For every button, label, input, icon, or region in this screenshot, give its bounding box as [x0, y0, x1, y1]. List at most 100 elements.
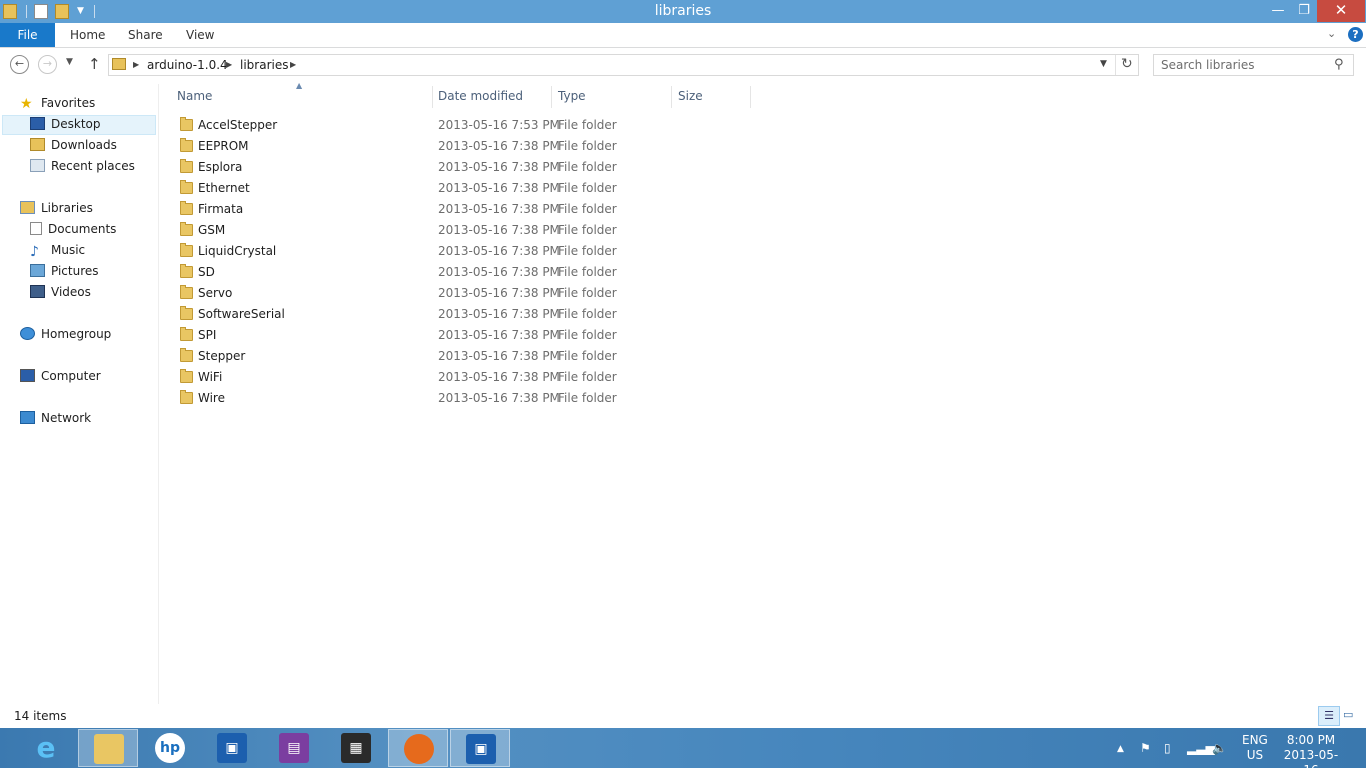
nav-favorites[interactable]: ★ Favorites — [20, 93, 95, 114]
nav-item-recent-places[interactable]: Recent places — [30, 156, 135, 177]
nav-item-pictures[interactable]: Pictures — [30, 261, 99, 282]
column-divider[interactable] — [671, 86, 672, 108]
file-type: File folder — [558, 349, 617, 363]
taskbar-button[interactable]: ▣ — [202, 729, 262, 767]
large-icons-view-button[interactable]: ▭ — [1343, 708, 1353, 721]
taskbar-button[interactable] — [388, 729, 448, 767]
taskbar-button[interactable]: ▣ — [450, 729, 510, 767]
nav-item-documents[interactable]: Documents — [30, 219, 116, 240]
file-date-modified: 2013-05-16 7:38 PM — [438, 307, 560, 321]
file-row[interactable]: WiFi 2013-05-16 7:38 PM File folder — [176, 367, 756, 388]
file-name: Esplora — [198, 160, 243, 174]
chevron-right-icon[interactable]: ▶ — [133, 60, 139, 69]
file-row[interactable]: AccelStepper 2013-05-16 7:53 PM File folde… — [176, 115, 756, 136]
back-button[interactable]: ← — [10, 55, 29, 74]
taskbar-button[interactable]: ▦ — [326, 729, 386, 767]
nav-network[interactable]: Network — [20, 408, 91, 429]
file-date-modified: 2013-05-16 7:38 PM — [438, 244, 560, 258]
photo-viewer-icon: ▣ — [466, 734, 496, 764]
restore-button[interactable]: ❐ — [1291, 0, 1317, 22]
nav-homegroup[interactable]: Homegroup — [20, 324, 111, 345]
file-row[interactable]: Esplora 2013-05-16 7:38 PM File folder — [176, 157, 756, 178]
search-placeholder[interactable]: Search libraries — [1161, 58, 1255, 72]
nav-item-desktop[interactable]: Desktop — [30, 114, 101, 135]
close-button[interactable]: ✕ — [1317, 0, 1365, 22]
minimize-button[interactable]: — — [1265, 0, 1291, 22]
column-divider[interactable] — [750, 86, 751, 108]
breadcrumb-libraries[interactable]: libraries — [240, 58, 288, 72]
nav-item-downloads[interactable]: Downloads — [30, 135, 117, 156]
file-row[interactable]: SoftwareSerial 2013-05-16 7:38 PM File fol… — [176, 304, 756, 325]
nav-item-videos[interactable]: Videos — [30, 282, 91, 303]
file-row[interactable]: LiquidCrystal 2013-05-16 7:38 PM File fold… — [176, 241, 756, 262]
file-row[interactable]: Firmata 2013-05-16 7:38 PM File folder — [176, 199, 756, 220]
file-row[interactable]: EEPROM 2013-05-16 7:38 PM File folder — [176, 136, 756, 157]
properties-icon[interactable] — [34, 4, 48, 19]
navigation-pane[interactable] — [0, 84, 159, 704]
up-button[interactable]: ↑ — [88, 55, 101, 73]
refresh-button[interactable]: ↻ — [1121, 56, 1133, 72]
power-icon[interactable]: ▯ — [1164, 741, 1171, 755]
network-signal-icon[interactable]: ▂▃▅ — [1187, 741, 1215, 755]
search-icon[interactable]: ⚲ — [1334, 57, 1344, 72]
customize-quick-access-icon[interactable]: ▼ — [77, 6, 84, 16]
folder-icon — [180, 390, 193, 404]
taskbar-button[interactable]: hp — [140, 729, 200, 767]
file-row[interactable]: SPI 2013-05-16 7:38 PM File folder — [176, 325, 756, 346]
input-language-indicator[interactable]: ENG US — [1242, 733, 1268, 763]
taskbar-button[interactable]: ▤ — [264, 729, 324, 767]
nav-item-label: Music — [51, 243, 86, 257]
title-bar[interactable]: libraries — [0, 0, 1366, 23]
new-folder-icon[interactable] — [55, 4, 69, 19]
column-divider[interactable] — [432, 86, 433, 108]
column-divider[interactable] — [551, 86, 552, 108]
firefox-icon — [404, 734, 434, 764]
tab-view[interactable]: View — [186, 23, 214, 47]
file-row[interactable]: Wire 2013-05-16 7:38 PM File folder — [176, 388, 756, 409]
app-folder-icon[interactable] — [3, 4, 17, 19]
file-row[interactable]: SD 2013-05-16 7:38 PM File folder — [176, 262, 756, 283]
downloads-icon — [30, 138, 45, 151]
chevron-right-icon[interactable]: ▶ — [290, 60, 296, 69]
taskbar-button[interactable]: e — [16, 729, 76, 767]
file-explorer-icon — [94, 734, 124, 764]
documents-icon — [30, 222, 42, 235]
show-hidden-icons-icon[interactable]: ▲ — [1117, 744, 1124, 754]
nav-item-music[interactable]: ♪ Music — [30, 240, 85, 261]
details-view-button[interactable]: ☰ — [1318, 706, 1340, 726]
help-icon[interactable]: ? — [1348, 27, 1363, 42]
tab-home[interactable]: Home — [70, 23, 105, 47]
nav-libraries[interactable]: Libraries — [20, 198, 93, 219]
address-divider — [1115, 55, 1116, 75]
recent-locations-icon[interactable]: ▼ — [66, 57, 73, 67]
file-date-modified: 2013-05-16 7:38 PM — [438, 202, 560, 216]
file-date-modified: 2013-05-16 7:38 PM — [438, 328, 560, 342]
chevron-right-icon[interactable]: ▶ — [226, 60, 232, 69]
volume-icon[interactable]: 🔈 — [1212, 741, 1227, 755]
file-row[interactable]: GSM 2013-05-16 7:38 PM File folder — [176, 220, 756, 241]
file-name: GSM — [198, 223, 226, 237]
column-header-type[interactable]: Type — [558, 89, 586, 103]
taskbar-button[interactable] — [78, 729, 138, 767]
forward-button[interactable]: → — [38, 55, 57, 74]
action-center-flag-icon[interactable]: ⚑ — [1140, 741, 1151, 755]
file-row[interactable]: Ethernet 2013-05-16 7:38 PM File folder — [176, 178, 756, 199]
breadcrumb-arduino[interactable]: arduino-1.0.4 — [147, 58, 228, 72]
file-row[interactable]: Servo 2013-05-16 7:38 PM File folder — [176, 283, 756, 304]
file-row[interactable]: Stepper 2013-05-16 7:38 PM File folder — [176, 346, 756, 367]
clock[interactable]: 8:00 PM 2013-05-16 — [1282, 733, 1340, 778]
address-history-dropdown[interactable]: ▼ — [1100, 59, 1107, 69]
column-header-size[interactable]: Size — [678, 89, 703, 103]
file-date-modified: 2013-05-16 7:38 PM — [438, 160, 560, 174]
nav-computer[interactable]: Computer — [20, 366, 101, 387]
file-date-modified: 2013-05-16 7:38 PM — [438, 391, 560, 405]
tab-share[interactable]: Share — [128, 23, 163, 47]
desktop-app-icon: ▦ — [341, 733, 371, 763]
window-title: libraries — [654, 3, 712, 19]
column-header-name[interactable]: Name — [177, 89, 212, 103]
item-count: 14 items — [14, 709, 67, 723]
photo-viewer-icon: ▣ — [217, 733, 247, 763]
column-header-date-modified[interactable]: Date modified — [438, 89, 523, 103]
expand-ribbon-icon[interactable]: ⌄ — [1327, 27, 1336, 40]
tab-file[interactable]: File — [0, 23, 55, 47]
